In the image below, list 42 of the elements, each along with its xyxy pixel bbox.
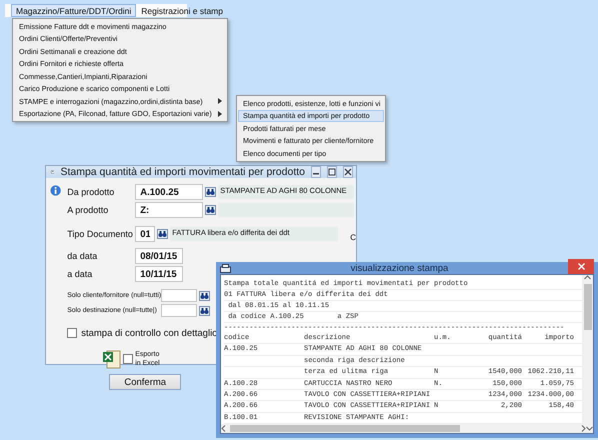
scroll-left-icon[interactable] (221, 425, 226, 432)
document-type-field[interactable]: 01 (135, 226, 156, 242)
filter-field[interactable] (161, 304, 198, 317)
vertical-scrollbar[interactable] (582, 275, 593, 424)
field-label: Tipo Documento (67, 229, 134, 239)
date-field[interactable]: 10/11/15 (135, 266, 184, 282)
field-label: a data (67, 269, 94, 279)
scrollbar-thumb[interactable] (230, 425, 460, 432)
checkbox[interactable] (123, 354, 134, 364)
scroll-down-icon[interactable] (586, 426, 593, 432)
product-code-field[interactable]: Z: (135, 202, 204, 218)
minimize-button[interactable] (311, 166, 321, 178)
date-field[interactable]: 08/01/15 (135, 248, 184, 264)
window-title: visualizzazione stampa (350, 262, 450, 274)
binoculars-icon[interactable] (205, 205, 216, 215)
close-icon (344, 168, 352, 176)
field-label: A prodotto (67, 205, 110, 215)
field-label: stampa di controllo con dettaglio (81, 328, 218, 338)
type-code: C (350, 232, 356, 242)
binoculars-icon[interactable] (199, 290, 210, 300)
binoculars-icon[interactable] (205, 187, 216, 197)
scroll-up-icon[interactable] (584, 275, 591, 280)
close-icon (578, 263, 584, 270)
checkbox[interactable] (67, 328, 78, 338)
scrollbar-thumb[interactable] (584, 284, 592, 330)
maximize-button[interactable] (327, 166, 337, 178)
field-label: Da prodotto (67, 187, 116, 197)
window-title: Stampa quantità ed importi movimentati per prodotto (60, 166, 305, 178)
close-button[interactable] (568, 259, 594, 274)
info-icon (50, 184, 62, 197)
menu-bar-item[interactable]: Registrazioni e stamp (136, 4, 228, 17)
close-button[interactable] (343, 166, 353, 178)
menu-bar-item[interactable]: Magazzino/Fatture/DDT/Ordini (11, 4, 136, 17)
filter-field[interactable] (161, 289, 198, 302)
scroll-right-icon[interactable] (581, 425, 586, 432)
confirm-button[interactable]: Conferma (109, 374, 182, 390)
binoculars-icon[interactable] (157, 229, 168, 239)
binoculars-icon[interactable] (199, 306, 210, 316)
product-code-field[interactable]: A.100.25 (135, 184, 204, 200)
maximize-icon (328, 168, 336, 176)
field-label: da data (67, 251, 98, 261)
horizontal-scrollbar[interactable] (221, 424, 593, 434)
